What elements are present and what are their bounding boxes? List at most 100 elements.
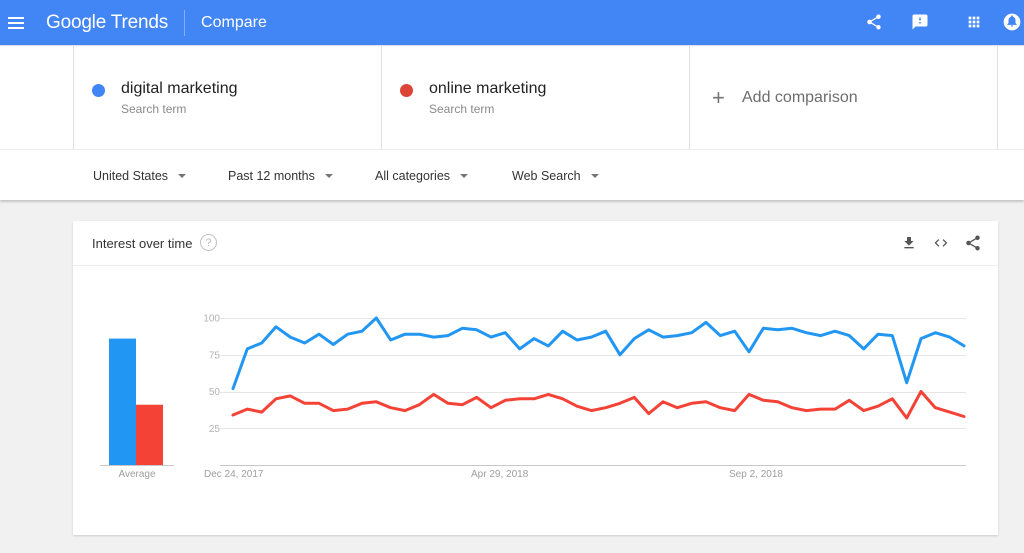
data-point-online-marketing[interactable]	[847, 398, 851, 402]
data-point-digital-marketing[interactable]	[589, 335, 593, 339]
data-point-digital-marketing[interactable]	[718, 334, 722, 338]
data-point-digital-marketing[interactable]	[303, 341, 307, 345]
data-point-online-marketing[interactable]	[360, 401, 364, 405]
data-point-digital-marketing[interactable]	[288, 335, 292, 339]
data-point-digital-marketing[interactable]	[804, 331, 808, 335]
data-point-digital-marketing[interactable]	[890, 334, 894, 338]
data-point-digital-marketing[interactable]	[675, 334, 679, 338]
data-point-digital-marketing[interactable]	[933, 331, 937, 335]
search-term-1[interactable]: digital marketing Search term	[73, 46, 381, 150]
data-point-digital-marketing[interactable]	[862, 347, 866, 351]
data-point-online-marketing[interactable]	[260, 410, 264, 414]
google-trends-logo[interactable]: Google Trends	[46, 12, 168, 34]
data-point-online-marketing[interactable]	[761, 398, 765, 402]
data-point-online-marketing[interactable]	[747, 392, 751, 396]
data-point-digital-marketing[interactable]	[847, 334, 851, 338]
data-point-online-marketing[interactable]	[790, 406, 794, 410]
average-bar-online-marketing[interactable]	[136, 404, 163, 465]
data-point-online-marketing[interactable]	[661, 400, 665, 404]
data-point-digital-marketing[interactable]	[489, 335, 493, 339]
data-point-digital-marketing[interactable]	[403, 332, 407, 336]
data-point-online-marketing[interactable]	[446, 401, 450, 405]
data-point-online-marketing[interactable]	[905, 416, 909, 420]
data-point-online-marketing[interactable]	[890, 397, 894, 401]
data-point-digital-marketing[interactable]	[460, 326, 464, 330]
data-point-online-marketing[interactable]	[489, 406, 493, 410]
data-point-online-marketing[interactable]	[417, 403, 421, 407]
data-point-digital-marketing[interactable]	[876, 332, 880, 336]
data-point-digital-marketing[interactable]	[733, 329, 737, 333]
data-point-digital-marketing[interactable]	[776, 328, 780, 332]
data-point-digital-marketing[interactable]	[919, 337, 923, 341]
data-point-online-marketing[interactable]	[776, 400, 780, 404]
data-point-digital-marketing[interactable]	[948, 335, 952, 339]
data-point-online-marketing[interactable]	[460, 403, 464, 407]
data-point-digital-marketing[interactable]	[274, 325, 278, 329]
data-point-digital-marketing[interactable]	[331, 343, 335, 347]
data-point-online-marketing[interactable]	[647, 412, 651, 416]
data-point-online-marketing[interactable]	[804, 409, 808, 413]
data-point-online-marketing[interactable]	[389, 406, 393, 410]
data-point-online-marketing[interactable]	[288, 394, 292, 398]
data-point-online-marketing[interactable]	[948, 410, 952, 414]
search-term-2[interactable]: online marketing Search term	[381, 46, 689, 150]
add-comparison-button[interactable]: + Add comparison	[689, 46, 998, 150]
data-point-online-marketing[interactable]	[718, 406, 722, 410]
data-point-online-marketing[interactable]	[518, 397, 522, 401]
data-point-digital-marketing[interactable]	[432, 335, 436, 339]
data-point-digital-marketing[interactable]	[475, 328, 479, 332]
data-point-online-marketing[interactable]	[919, 390, 923, 394]
data-point-digital-marketing[interactable]	[446, 334, 450, 338]
data-point-online-marketing[interactable]	[245, 407, 249, 411]
data-point-digital-marketing[interactable]	[231, 387, 235, 391]
data-point-online-marketing[interactable]	[374, 400, 378, 404]
data-point-online-marketing[interactable]	[274, 397, 278, 401]
data-point-online-marketing[interactable]	[704, 400, 708, 404]
data-point-digital-marketing[interactable]	[518, 347, 522, 351]
data-point-online-marketing[interactable]	[432, 392, 436, 396]
data-point-online-marketing[interactable]	[876, 404, 880, 408]
data-point-digital-marketing[interactable]	[761, 326, 765, 330]
data-point-online-marketing[interactable]	[575, 404, 579, 408]
data-point-digital-marketing[interactable]	[575, 338, 579, 342]
data-point-online-marketing[interactable]	[303, 401, 307, 405]
filter-region[interactable]: United States	[93, 150, 187, 201]
data-point-digital-marketing[interactable]	[417, 332, 421, 336]
data-point-digital-marketing[interactable]	[905, 381, 909, 385]
data-point-online-marketing[interactable]	[604, 406, 608, 410]
data-point-online-marketing[interactable]	[933, 406, 937, 410]
line-online-marketing[interactable]	[231, 390, 966, 420]
data-point-digital-marketing[interactable]	[747, 350, 751, 354]
data-point-online-marketing[interactable]	[532, 397, 536, 401]
data-point-digital-marketing[interactable]	[245, 347, 249, 351]
term-name[interactable]: online marketing	[429, 80, 546, 98]
data-point-online-marketing[interactable]	[690, 401, 694, 405]
data-point-digital-marketing[interactable]	[604, 329, 608, 333]
data-point-online-marketing[interactable]	[546, 392, 550, 396]
data-point-online-marketing[interactable]	[503, 398, 507, 402]
data-point-digital-marketing[interactable]	[374, 316, 378, 320]
data-point-digital-marketing[interactable]	[962, 344, 966, 348]
data-point-online-marketing[interactable]	[862, 409, 866, 413]
data-point-online-marketing[interactable]	[331, 409, 335, 413]
data-point-online-marketing[interactable]	[475, 395, 479, 399]
data-point-online-marketing[interactable]	[589, 409, 593, 413]
menu-button[interactable]	[0, 0, 32, 45]
data-point-online-marketing[interactable]	[403, 409, 407, 413]
data-point-digital-marketing[interactable]	[833, 329, 837, 333]
filter-time-range[interactable]: Past 12 months	[228, 150, 333, 201]
data-point-online-marketing[interactable]	[561, 397, 565, 401]
data-point-digital-marketing[interactable]	[704, 320, 708, 324]
data-point-digital-marketing[interactable]	[661, 335, 665, 339]
data-point-digital-marketing[interactable]	[503, 331, 507, 335]
data-point-digital-marketing[interactable]	[632, 337, 636, 341]
share-button[interactable]	[862, 10, 886, 34]
data-point-digital-marketing[interactable]	[690, 331, 694, 335]
data-point-digital-marketing[interactable]	[790, 326, 794, 330]
data-point-online-marketing[interactable]	[833, 407, 837, 411]
average-bar-digital-marketing[interactable]	[109, 338, 136, 465]
filter-search-type[interactable]: Web Search	[512, 150, 599, 201]
term-name[interactable]: digital marketing	[121, 80, 238, 98]
data-point-online-marketing[interactable]	[675, 406, 679, 410]
notifications-button[interactable]	[1000, 10, 1024, 34]
